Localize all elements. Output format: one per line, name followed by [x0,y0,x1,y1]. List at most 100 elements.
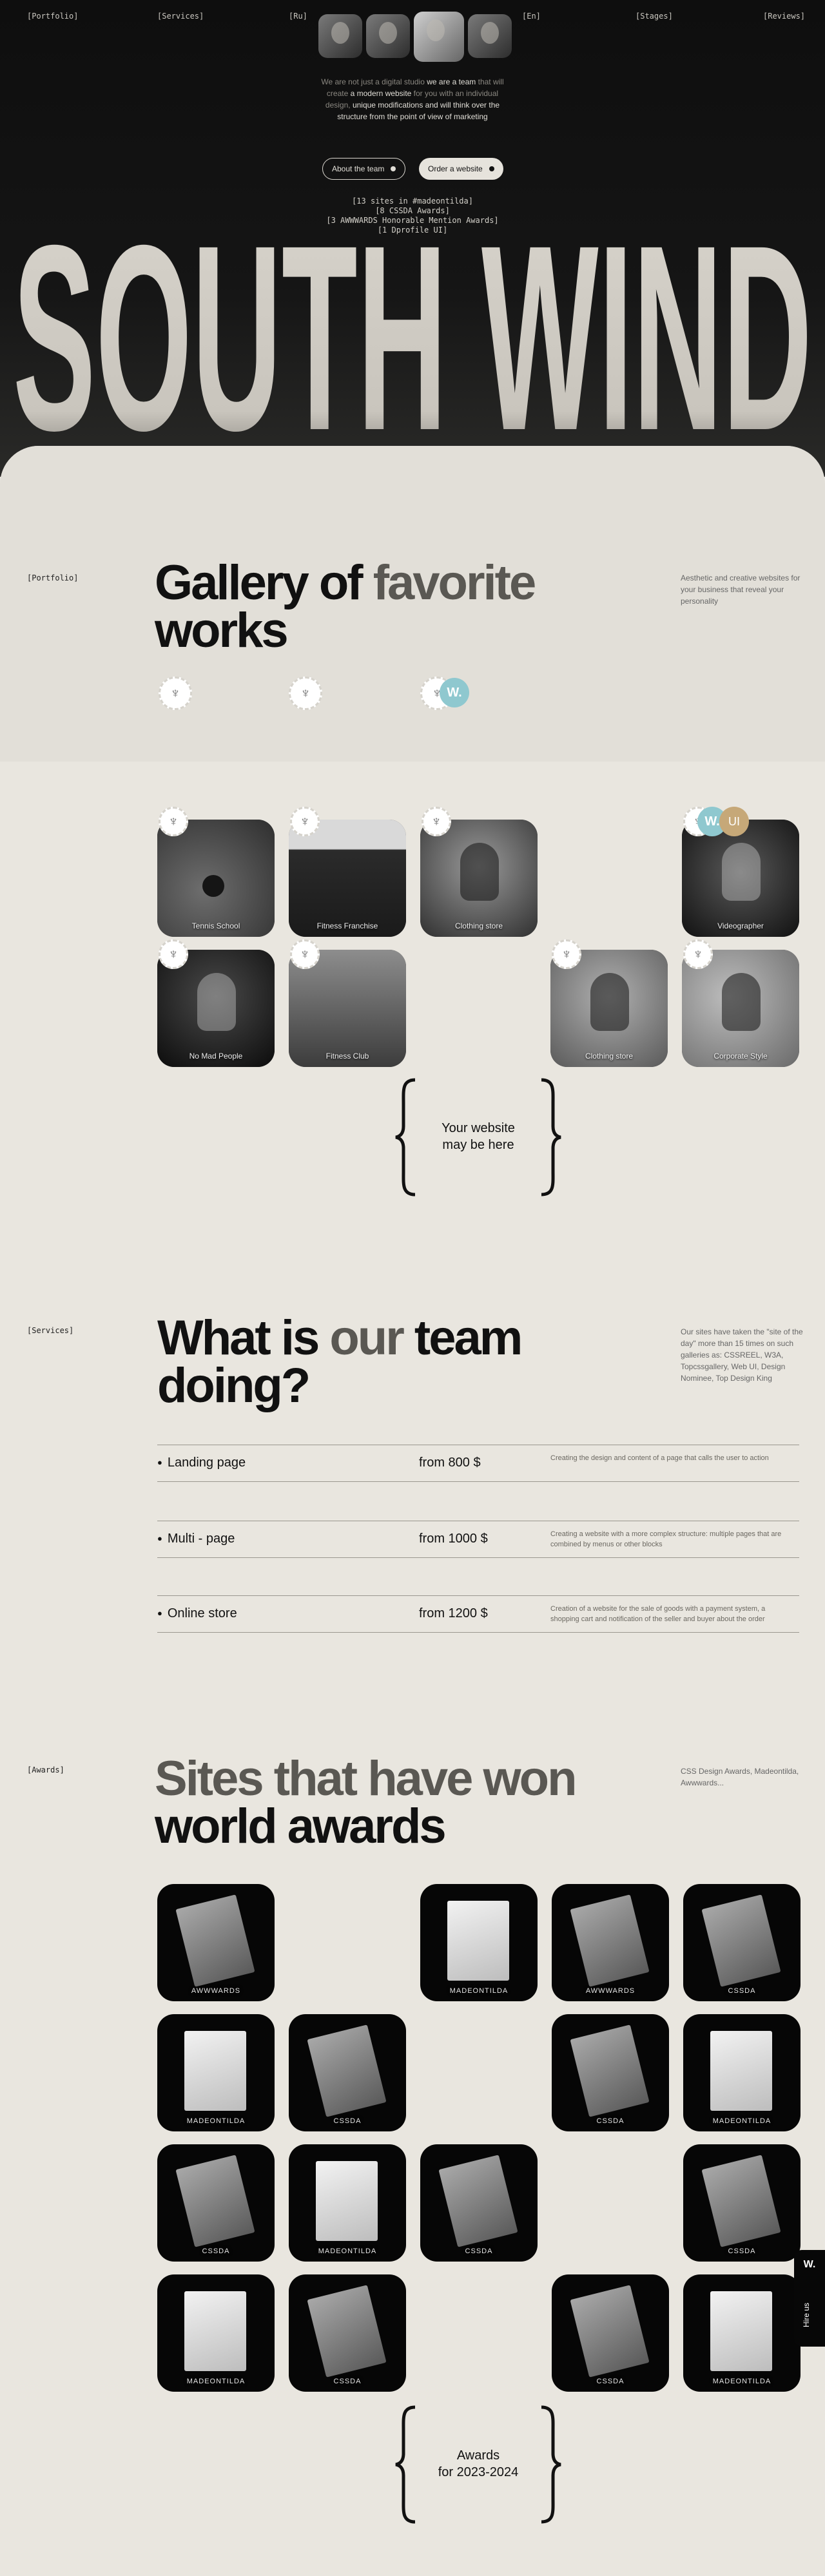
services-title: What is our team doing? [157,1311,523,1413]
award-label: CSSDA [465,2247,493,2255]
team-avatars [318,12,512,64]
about-team-button[interactable]: About the team [322,158,406,180]
svg-text:SOUTH WIND: SOUTH WIND [13,216,812,445]
service-description: Creation of a website for the sale of go… [550,1605,766,1623]
award-label: CSSDA [596,2117,625,2125]
award-label: AWWWARDS [191,1987,241,1995]
avatar [414,12,464,62]
trophy-icon: ♆ [290,939,320,969]
award-poster [570,2285,650,2378]
trophy-icon: ♆ [290,807,320,836]
avatar [468,14,512,58]
portfolio-card[interactable]: Clothing store [420,820,538,937]
award-label: MADEONTILDA [712,2378,772,2385]
card-label: Clothing store [585,1052,634,1061]
award-poster [710,2031,772,2111]
card-label: Clothing store [454,921,503,930]
card-label: Videographer [717,921,764,930]
order-website-label: Order a website [428,164,483,173]
services-tag: [Services] [27,1326,74,1335]
award-card[interactable]: CSSDA [552,2014,669,2131]
trophy-icon: ♆ [422,807,451,836]
award-label: MADEONTILDA [186,2117,246,2125]
hire-us-tab[interactable]: W. Hire us [794,2250,825,2347]
ui-badge-icon: UI [719,807,749,836]
service-price: from 1200 $ [419,1606,488,1620]
service-row[interactable]: Multi - page from 1000 $ Creating a webs… [157,1521,799,1558]
nav-portfolio[interactable]: [Portfolio] [27,12,78,21]
award-card[interactable]: CSSDA [552,2274,669,2392]
hero-title: SOUTH WIND [13,216,812,445]
award-card[interactable]: MADEONTILDA [157,2014,275,2131]
portfolio-card[interactable]: Fitness Franchise [289,820,406,937]
awards-description: CSS Design Awards, Madeontilda, Awwwards… [681,1767,799,1787]
trophy-icon: ♆ [289,677,322,710]
service-description: Creating the design and content of a pag… [550,1454,769,1462]
nav-reviews[interactable]: [Reviews] [763,12,805,21]
trophy-icon: ♆ [159,807,188,836]
award-card[interactable]: CSSDA [289,2274,406,2392]
portfolio-card[interactable]: Videographer [682,820,799,937]
avatar [318,14,362,58]
hero-intro: We are not just a digital studio we are … [321,77,504,121]
nav-services[interactable]: [Services] [157,12,204,21]
award-card[interactable]: MADEONTILDA [289,2144,406,2262]
award-card[interactable]: CSSDA [157,2144,275,2262]
w-badge-icon: W. [440,678,469,707]
awards-footer-line: Awards [456,2448,500,2463]
card-label: Tennis School [191,921,240,930]
award-card[interactable]: MADEONTILDA [683,2014,801,2131]
service-row[interactable]: Online store from 1200 $ Creation of a w… [157,1595,799,1633]
award-poster [184,2291,246,2371]
awards-title: Sites that have won world awards [155,1751,577,1854]
award-poster [316,2161,378,2241]
trophy-icon: ♆ [552,939,581,969]
website-placeholder: Your website may be here [394,1077,562,1197]
nav-stages[interactable]: [Stages] [636,12,673,21]
card-label: Corporate Style [713,1052,768,1061]
award-label: MADEONTILDA [449,1987,509,1995]
placeholder-line: Your website [442,1121,515,1135]
award-poster [701,2155,781,2247]
award-poster [570,2024,650,2117]
about-team-label: About the team [332,164,385,173]
dot-icon [489,166,494,171]
award-card[interactable]: CSSDA [420,2144,538,2262]
award-label: CSSDA [333,2378,362,2385]
logo-icon: W. [803,2259,816,2270]
nav-en[interactable]: [En] [522,12,541,21]
award-card[interactable]: CSSDA [289,2014,406,2131]
award-card[interactable]: AWWWARDS [552,1884,669,2001]
award-card[interactable]: MADEONTILDA [157,2274,275,2392]
award-card[interactable]: MADEONTILDA [420,1884,538,2001]
award-label: AWWWARDS [585,1987,636,1995]
award-label: CSSDA [596,2378,625,2385]
trophy-icon: ♆ [159,939,188,969]
award-card[interactable]: MADEONTILDA [683,2274,801,2392]
awards-footer-line: for 2023-2024 [438,2465,519,2479]
award-poster [307,2024,387,2117]
card-label: Fitness Franchise [316,921,378,930]
hero-section: [Portfolio] [Services] [Ru] [En] [Stages… [0,0,825,477]
award-poster [307,2285,387,2378]
award-label: CSSDA [728,1987,756,1995]
portfolio-card[interactable]: Tennis School [157,820,275,937]
awards-tag: [Awards] [27,1765,64,1774]
award-label: MADEONTILDA [186,2378,246,2385]
service-row[interactable]: Landing page from 800 $ Creating the des… [157,1445,799,1482]
award-card[interactable]: AWWWARDS [157,1884,275,2001]
service-description: Creating a website with a more complex s… [550,1530,782,1548]
hire-us-label: Hire us [802,2302,811,2327]
award-label: CSSDA [202,2247,230,2255]
stat-line: [8 CSSDA Awards] [375,206,450,215]
placeholder-line: may be here [442,1138,514,1152]
order-website-button[interactable]: Order a website [419,158,503,180]
nav-ru[interactable]: [Ru] [289,12,307,21]
service-price: from 1000 $ [419,1532,488,1546]
award-card[interactable]: CSSDA [683,1884,801,2001]
award-poster [438,2155,518,2247]
award-poster [175,1894,255,1987]
award-poster [175,2155,255,2247]
award-card[interactable]: CSSDA [683,2144,801,2262]
service-name: Online store [157,1606,237,1621]
